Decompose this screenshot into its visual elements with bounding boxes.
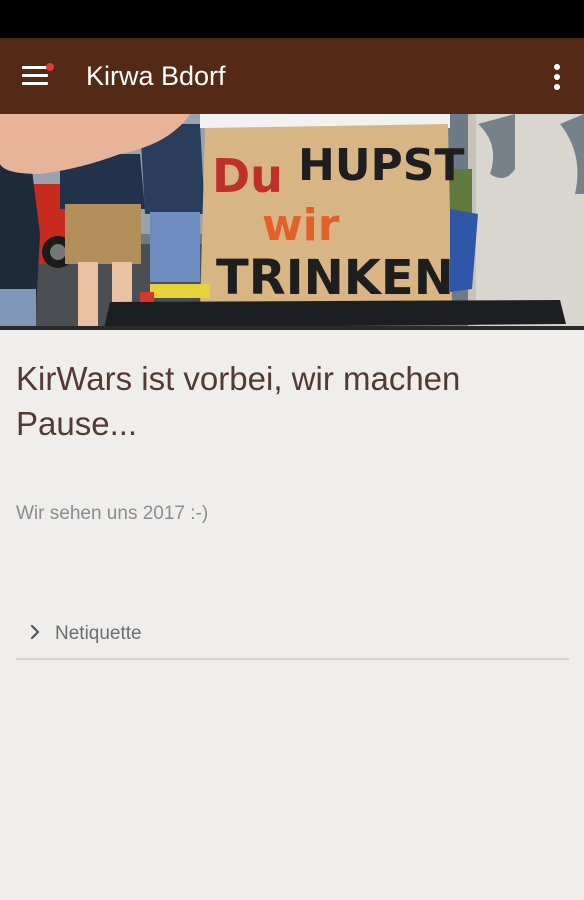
hamburger-menu-icon-bar: [22, 74, 48, 77]
more-vert-icon: [554, 64, 560, 70]
hero-image: Du HUPST wir TRINKEN: [0, 114, 584, 330]
netiquette-label: Netiquette: [55, 623, 142, 644]
page-subtext: Wir sehen uns 2017 :-): [16, 503, 209, 524]
hamburger-menu-icon-bar: [22, 82, 48, 85]
more-vert-icon-dot: [554, 74, 560, 80]
menu-button[interactable]: [20, 63, 54, 88]
sign-text-wir: wir: [262, 200, 340, 251]
hamburger-menu-icon: [22, 66, 48, 69]
hero-photo: Du HUPST wir TRINKEN: [0, 114, 584, 330]
app-bar: Kirwa Bdorf: [0, 38, 584, 114]
sign-text-du: Du: [212, 149, 283, 203]
page-headline: KirWars ist vorbei, wir machen Pause...: [16, 360, 461, 442]
sign-text-trinken: TRINKEN: [216, 250, 454, 306]
app-title: Kirwa Bdorf: [86, 61, 226, 91]
notification-dot: [46, 63, 54, 71]
status-bar: [0, 0, 584, 38]
more-vert-icon-dot: [554, 84, 560, 90]
chevron-right-icon: [30, 624, 40, 640]
overflow-menu-button[interactable]: [544, 62, 570, 92]
sign-text-hupst: HUPST: [298, 140, 465, 191]
netiquette-link[interactable]: Netiquette: [16, 612, 569, 660]
